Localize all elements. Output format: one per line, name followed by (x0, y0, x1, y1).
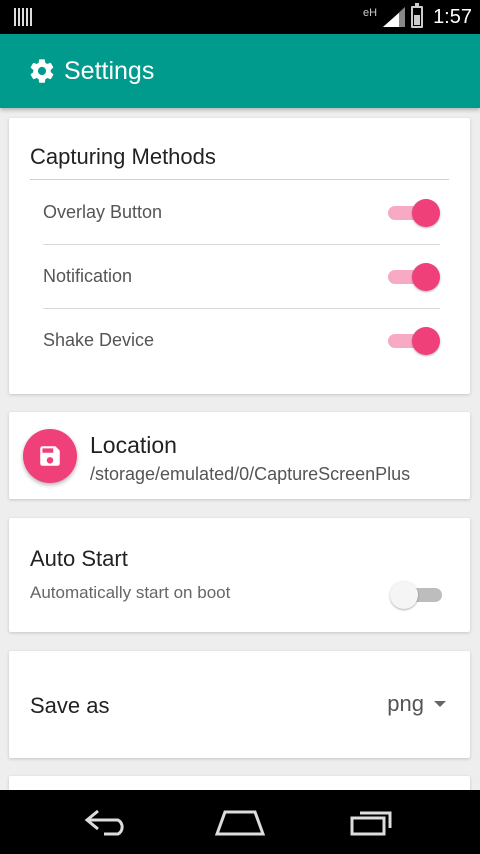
switch-thumb (390, 581, 418, 609)
overlay-button-label: Overlay Button (43, 201, 163, 222)
shake-device-switch[interactable] (386, 326, 440, 355)
auto-start-switch[interactable] (390, 580, 446, 609)
recent-apps-icon[interactable] (350, 808, 394, 836)
location-card[interactable]: Location /storage/emulated/0/CaptureScre… (9, 412, 470, 499)
capturing-methods-card: Capturing Methods Overlay Button Notific… (9, 118, 470, 394)
auto-start-subtitle: Automatically start on boot (30, 583, 231, 602)
shake-device-label: Shake Device (43, 329, 155, 350)
network-type-indicator: eH (363, 7, 378, 19)
clock: 1:57 (433, 5, 472, 28)
overlay-button-switch[interactable] (386, 198, 440, 227)
auto-start-title: Auto Start (30, 546, 128, 571)
location-button[interactable] (23, 429, 77, 483)
battery-icon (411, 3, 424, 28)
app-bar: Settings (0, 34, 480, 108)
switch-thumb (412, 199, 440, 227)
dropdown-arrow-icon (434, 701, 446, 707)
save-as-label: Save as (30, 693, 110, 718)
status-bar: eH 1:57 (0, 0, 480, 34)
save-icon (40, 446, 60, 466)
notification-switch[interactable] (386, 262, 440, 291)
notification-row[interactable]: Notification (43, 244, 440, 308)
switch-thumb (412, 327, 440, 355)
back-icon[interactable] (84, 808, 130, 836)
navigation-bar (0, 790, 480, 854)
switch-thumb (412, 263, 440, 291)
auto-start-card[interactable]: Auto Start Automatically start on boot (9, 518, 470, 632)
location-path: /storage/emulated/0/CaptureScreenPlus (90, 464, 411, 484)
notification-label: Notification (43, 265, 133, 286)
home-icon[interactable] (215, 808, 265, 836)
location-title: Location (90, 432, 177, 458)
capturing-methods-title: Capturing Methods (30, 144, 216, 169)
gear-icon (30, 59, 54, 83)
overlay-button-row[interactable]: Overlay Button (43, 180, 440, 244)
format-value: png (387, 691, 424, 716)
format-dropdown[interactable]: png (387, 691, 446, 717)
signal-strength-icon (383, 7, 406, 27)
barcode-notification-icon (14, 8, 32, 26)
page-title: Settings (64, 56, 155, 85)
save-as-card: Save as png (9, 651, 470, 758)
shake-device-row[interactable]: Shake Device (43, 308, 440, 372)
